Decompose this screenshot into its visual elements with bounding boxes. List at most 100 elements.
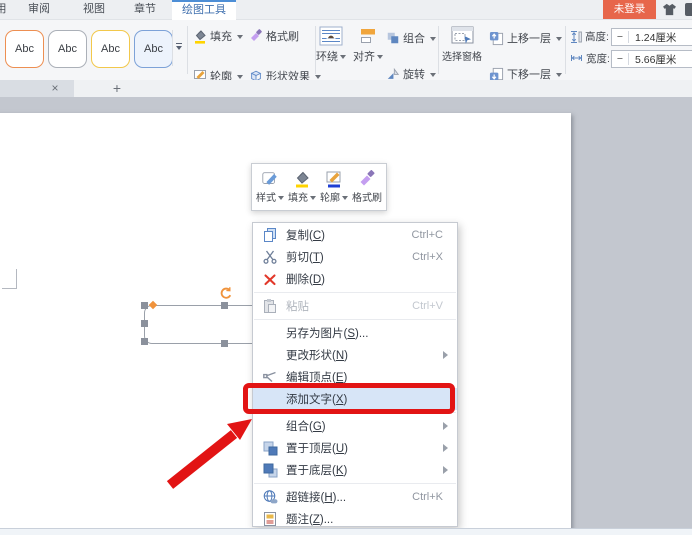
menu-item-group[interactable]: 组合(G) xyxy=(253,415,457,437)
menu-item-save-as-picture[interactable]: 另存为图片(S)... xyxy=(253,322,457,344)
skin-icon[interactable] xyxy=(662,3,677,16)
partial-toolbar-icon[interactable] xyxy=(685,3,692,16)
fill-button-mini[interactable]: 填充 xyxy=(288,170,316,204)
chevron-down-icon xyxy=(310,196,316,203)
menu-item-copy[interactable]: 复制(C) Ctrl+C xyxy=(253,224,457,246)
resize-handle[interactable] xyxy=(141,320,148,327)
menu-item-label: 置于底层(K) xyxy=(286,465,348,477)
menu-item-bring-to-front[interactable]: 置于顶层(U) xyxy=(253,437,457,459)
menu-item-paste[interactable]: 粘贴 Ctrl+V xyxy=(253,295,457,317)
fill-button[interactable]: 填充 xyxy=(193,26,243,46)
tab-view[interactable]: 视图 xyxy=(79,0,109,19)
bring-forward-label: 上移一层 xyxy=(507,33,551,45)
menu-separator xyxy=(254,292,456,293)
chip-label: Abc xyxy=(15,43,34,55)
wrap-button[interactable]: 环绕 xyxy=(313,26,349,64)
tab-drawing-tools[interactable]: 绘图工具 xyxy=(172,0,236,21)
bring-forward-button[interactable]: 上移一层 xyxy=(489,28,562,48)
style-gallery-more-button[interactable] xyxy=(172,30,184,66)
menu-separator xyxy=(254,319,456,320)
shortcut-text: Ctrl+X xyxy=(412,251,443,263)
menu-item-hyperlink[interactable]: 超链接(H)... Ctrl+K xyxy=(253,486,457,508)
outline-icon xyxy=(325,170,343,188)
group-label: 组合 xyxy=(403,33,425,45)
submenu-arrow-icon xyxy=(443,422,452,430)
no-icon xyxy=(262,325,278,341)
width-minus-button[interactable]: − xyxy=(612,53,629,65)
shortcut-text: Ctrl+K xyxy=(412,491,443,503)
format-painter-button[interactable]: 格式刷 xyxy=(249,26,299,46)
resize-handle[interactable] xyxy=(141,302,148,309)
style-icon xyxy=(261,170,279,188)
height-label: 高度: xyxy=(585,31,609,43)
no-icon xyxy=(262,347,278,363)
cut-icon xyxy=(262,249,278,265)
format-painter-icon xyxy=(358,170,376,188)
paste-icon xyxy=(262,298,278,314)
new-tab-button[interactable]: + xyxy=(108,80,126,97)
width-stepper[interactable]: − 5.66厘米 xyxy=(611,50,692,68)
menu-item-send-to-back[interactable]: 置于底层(K) xyxy=(253,459,457,481)
login-button[interactable]: 未登录 xyxy=(603,0,656,19)
shape-style-chip-2[interactable]: Abc xyxy=(48,30,87,68)
shape-style-chip-1[interactable]: Abc xyxy=(5,30,44,68)
rotate-handle[interactable] xyxy=(218,286,233,301)
chevron-down-icon xyxy=(377,55,383,62)
bring-forward-icon xyxy=(489,31,504,46)
submenu-arrow-icon xyxy=(443,444,452,452)
selection-pane-icon xyxy=(450,25,475,46)
format-painter-icon xyxy=(249,29,263,43)
menu-item-change-shape[interactable]: 更改形状(N) xyxy=(253,344,457,366)
menu-item-label: 组合(G) xyxy=(286,421,326,433)
resize-handle[interactable] xyxy=(141,338,148,345)
menu-item-cut[interactable]: 剪切(T) Ctrl+X xyxy=(253,246,457,268)
width-value[interactable]: 5.66厘米 xyxy=(629,52,676,67)
resize-handle[interactable] xyxy=(221,340,228,347)
shortcut-text: Ctrl+C xyxy=(411,229,443,241)
close-tab-button[interactable]: × xyxy=(46,80,64,97)
menu-item-label: 超链接(H)... xyxy=(286,492,347,504)
fill-label: 填充 xyxy=(288,193,308,204)
menu-item-label: 删除(D) xyxy=(286,274,325,286)
shape-style-chip-3[interactable]: Abc xyxy=(91,30,130,68)
resize-handle[interactable] xyxy=(221,302,228,309)
shape-style-chip-4[interactable]: Abc xyxy=(134,30,173,68)
ribbon-toolbar: Abc Abc Abc Abc 填充 格式刷 轮廓 形状效果 环绕 对齐 组合 … xyxy=(0,20,692,95)
group-button[interactable]: 组合 xyxy=(386,28,436,48)
menu-item-label: 粘贴 xyxy=(286,301,309,313)
tab-section[interactable]: 章节 xyxy=(130,0,160,19)
menu-tab-bar: 用 审阅 视图 章节 绘图工具 未登录 xyxy=(0,0,692,21)
selection-pane-label: 选择窗格 xyxy=(442,52,482,63)
context-menu: 复制(C) Ctrl+C 剪切(T) Ctrl+X 删除(D) 粘贴 Ctrl+… xyxy=(252,222,458,533)
chevron-down-icon xyxy=(430,72,436,80)
annotation-highlight-box xyxy=(243,383,455,414)
chevron-down-icon xyxy=(278,196,284,203)
group-separator xyxy=(565,26,566,74)
chevron-down-icon xyxy=(556,72,562,80)
menu-item-delete[interactable]: 删除(D) xyxy=(253,268,457,290)
floating-format-toolbar: 样式 填充 轮廓 格式刷 xyxy=(251,163,387,211)
rotate-icon xyxy=(386,67,400,81)
align-button[interactable]: 对齐 xyxy=(350,26,386,64)
height-value[interactable]: 1.24厘米 xyxy=(629,30,676,45)
format-painter-button-mini[interactable]: 格式刷 xyxy=(352,170,382,204)
style-label: 样式 xyxy=(256,193,276,204)
outline-label: 轮廓 xyxy=(320,193,340,204)
tab-review[interactable]: 审阅 xyxy=(24,0,54,19)
outline-button-mini[interactable]: 轮廓 xyxy=(320,170,348,204)
selection-pane-button[interactable]: 选择窗格 xyxy=(440,25,484,63)
copy-icon xyxy=(262,227,278,243)
width-label-row: 宽度: xyxy=(570,51,610,66)
fill-icon xyxy=(193,29,207,44)
chip-label: Abc xyxy=(58,43,77,55)
height-stepper[interactable]: − 1.24厘米 xyxy=(611,28,692,46)
height-minus-button[interactable]: − xyxy=(612,31,629,43)
menu-separator xyxy=(254,483,456,484)
annotation-arrow xyxy=(166,419,252,489)
tab-partial[interactable]: 用 xyxy=(0,0,8,19)
menu-item-caption[interactable]: 题注(Z)... xyxy=(253,508,457,530)
style-button[interactable]: 样式 xyxy=(256,170,284,204)
format-painter-label: 格式刷 xyxy=(266,31,299,43)
group-icon xyxy=(386,31,400,45)
chevron-down-icon xyxy=(237,34,243,42)
